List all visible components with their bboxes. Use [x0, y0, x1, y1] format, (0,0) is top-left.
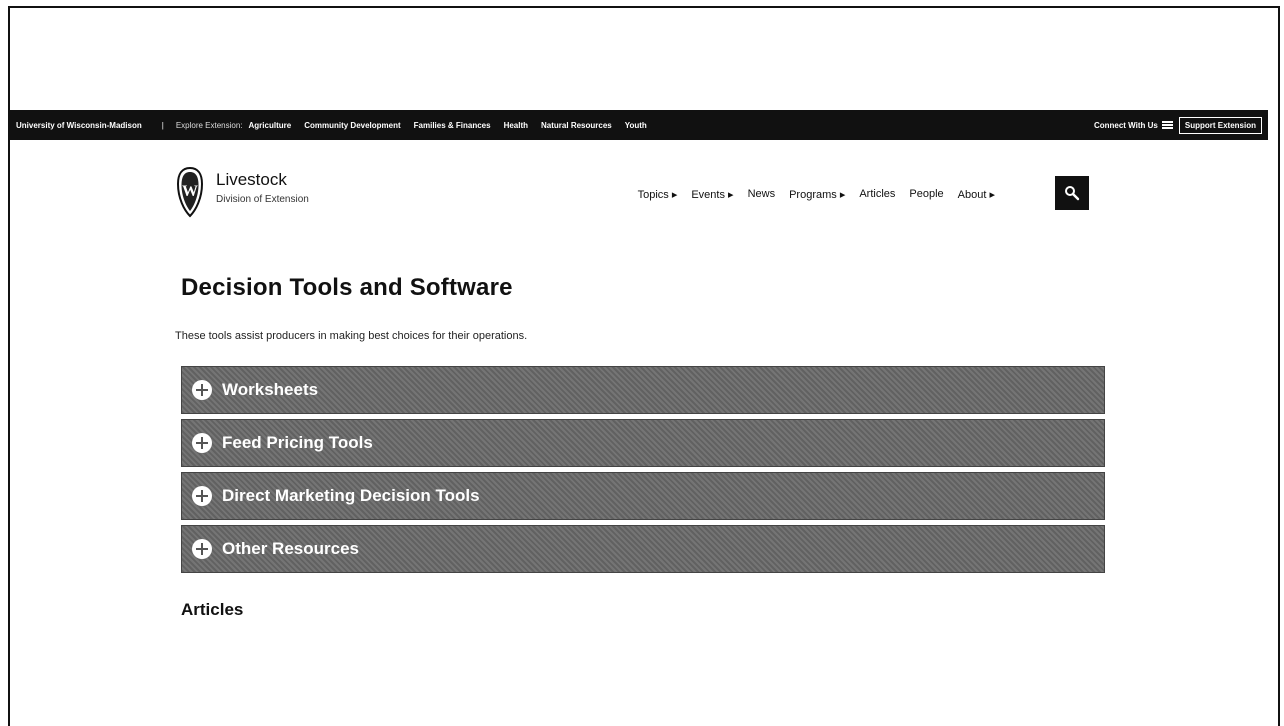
nav-articles[interactable]: Articles — [859, 188, 895, 201]
nav-about[interactable]: About ▸ — [958, 188, 995, 201]
topbar-link-agriculture[interactable]: Agriculture — [249, 121, 292, 130]
support-extension-button[interactable]: Support Extension — [1178, 116, 1262, 134]
plus-circle-icon — [192, 539, 212, 559]
accordion-label: Feed Pricing Tools — [222, 433, 373, 452]
connect-with-us-label: Connect With Us — [1093, 120, 1158, 130]
uw-crest-logo[interactable]: W — [175, 166, 205, 218]
plus-circle-icon — [192, 380, 212, 400]
topbar-link-natural-resources[interactable]: Natural Resources — [541, 121, 612, 130]
nav-news[interactable]: News — [748, 188, 776, 201]
site-subtitle: Division of Extension — [216, 194, 309, 205]
plus-circle-icon — [192, 433, 212, 453]
page-title: Decision Tools and Software — [181, 274, 513, 301]
accordion-worksheets[interactable]: Worksheets — [181, 366, 1105, 414]
global-topbar: University of Wisconsin-Madison | Explor… — [10, 110, 1268, 140]
nav-events[interactable]: Events ▸ — [691, 188, 733, 201]
nav-people[interactable]: People — [909, 188, 943, 201]
nav-topics[interactable]: Topics ▸ — [638, 188, 678, 201]
site-title[interactable]: Livestock — [216, 170, 287, 190]
explore-extension-label: Explore Extension: — [175, 120, 243, 130]
accordion: Worksheets Feed Pricing Tools Direct Mar… — [181, 366, 1105, 578]
nav-programs[interactable]: Programs ▸ — [789, 188, 845, 201]
accordion-feed-pricing-tools[interactable]: Feed Pricing Tools — [181, 419, 1105, 467]
topbar-link-community-development[interactable]: Community Development — [304, 121, 400, 130]
search-icon — [1065, 186, 1080, 201]
hamburger-menu-icon — [1161, 120, 1173, 131]
topbar-separator: | — [161, 120, 164, 130]
search-button[interactable] — [1055, 176, 1089, 210]
connect-with-us-button[interactable]: Connect With Us — [1094, 120, 1173, 131]
topbar-link-health[interactable]: Health — [504, 121, 528, 130]
topbar-link-youth[interactable]: Youth — [625, 121, 647, 130]
accordion-label: Worksheets — [222, 380, 319, 399]
uw-madison-link[interactable]: University of Wisconsin-Madison — [16, 121, 142, 130]
articles-heading: Articles — [181, 600, 244, 619]
topbar-link-families-finances[interactable]: Families & Finances — [414, 121, 491, 130]
accordion-other-resources[interactable]: Other Resources — [181, 525, 1105, 573]
accordion-label: Other Resources — [222, 539, 359, 558]
accordion-direct-marketing-decision-tools[interactable]: Direct Marketing Decision Tools — [181, 472, 1105, 520]
site-header: W Livestock Division of Extension Topics… — [175, 166, 1095, 218]
accordion-label: Direct Marketing Decision Tools — [222, 486, 480, 505]
main-nav: Topics ▸ Events ▸ News Programs ▸ Articl… — [624, 188, 995, 201]
plus-circle-icon — [192, 486, 212, 506]
page-intro: These tools assist producers in making b… — [175, 330, 528, 342]
svg-text:W: W — [182, 183, 198, 200]
